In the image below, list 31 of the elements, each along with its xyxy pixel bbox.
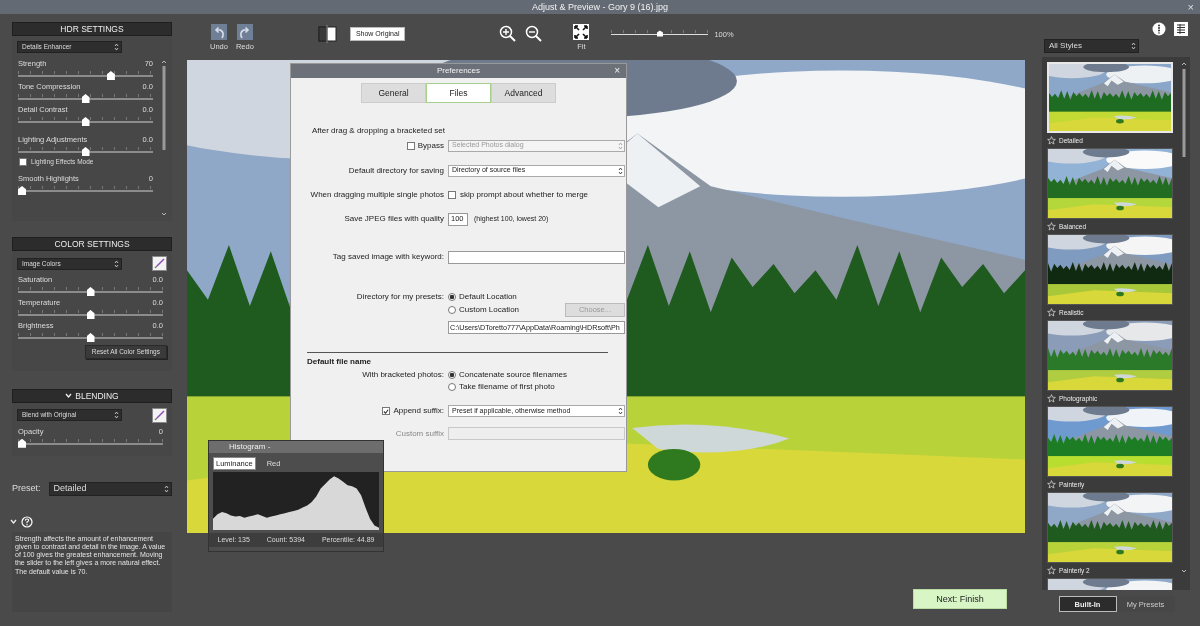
panel-title: Histogram -: [209, 441, 383, 453]
close-button[interactable]: ×: [1187, 0, 1194, 14]
field-label: Default directory for saving: [348, 165, 444, 176]
field-label: Directory for my presets:: [356, 291, 444, 302]
field-label: Custom suffix: [395, 428, 444, 439]
section-title: BLENDING: [75, 390, 119, 401]
tab[interactable]: Advanced: [491, 83, 556, 103]
next-button[interactable]: Next: Finish: [913, 589, 1007, 609]
checkbox-label: skip prompt about whether to merge: [460, 189, 589, 200]
section-title: COLOR SETTINGS: [54, 238, 130, 250]
field-label: When dragging multiple single photos: [310, 189, 444, 200]
field-label: With bracketed photos:: [362, 370, 444, 380]
radio-option[interactable]: Default Location: [448, 291, 517, 302]
radio-option[interactable]: Take filename of first photo: [448, 382, 555, 392]
field-label: Tag saved image with keyword:: [332, 252, 444, 262]
tab[interactable]: General: [361, 83, 426, 103]
preset-label: Preset:: [12, 483, 41, 495]
tab[interactable]: Files: [426, 83, 491, 103]
field-label: Save JPEG files with quality: [344, 214, 444, 224]
radio-option[interactable]: Concatenate source filenames: [448, 370, 568, 380]
radio-option[interactable]: Custom Location: [448, 304, 520, 315]
section-heading: After drag & dropping a bracketed set: [312, 126, 445, 136]
section-heading: Default file name: [307, 356, 371, 367]
section-title: HDR SETTINGS: [60, 23, 124, 35]
dialog-title: Preferences: [436, 66, 481, 75]
dropdown[interactable]: All Styles: [1044, 39, 1139, 53]
close-button[interactable]: ×: [614, 64, 620, 78]
checkbox-label: Bypass: [417, 140, 444, 151]
dropdown[interactable]: Detailed: [48, 481, 172, 496]
window-title: Adjust & Preview - Gory 9 (16).jpg: [531, 2, 669, 12]
checkbox-label: Append suffix:: [393, 406, 444, 416]
